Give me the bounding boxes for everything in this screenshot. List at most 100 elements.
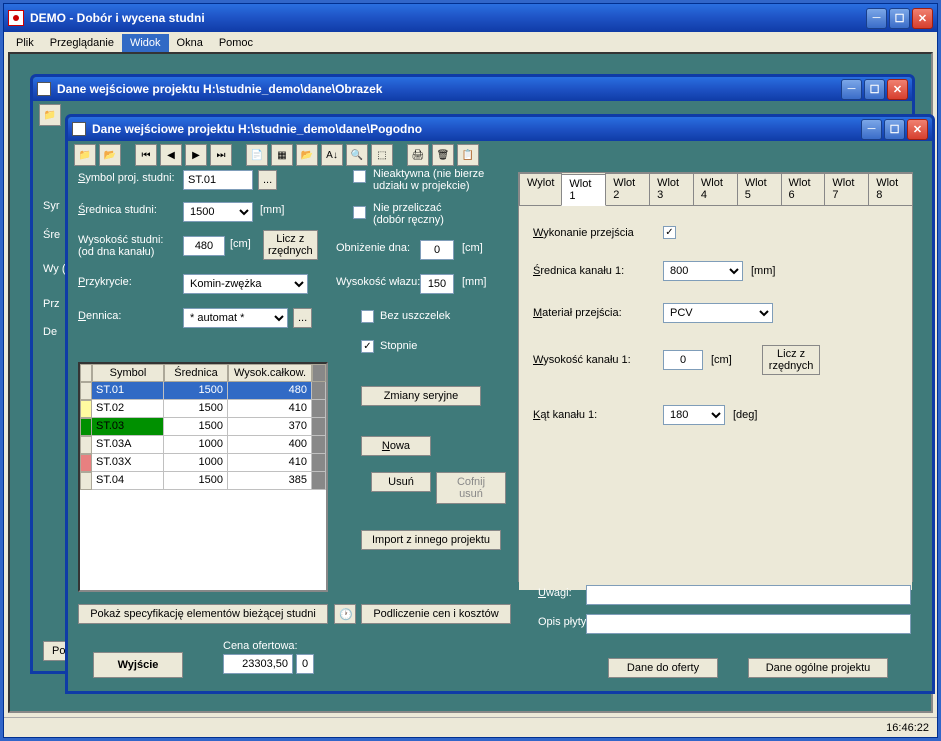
nieprzeliczac-checkbox[interactable] xyxy=(353,206,366,219)
nieaktywna-label: Nieaktywna (nie bierze udziału w projekc… xyxy=(373,168,484,192)
toolbar-list-icon[interactable]: 📄 xyxy=(246,144,268,166)
tab-wlot-8[interactable]: Wlot 8 xyxy=(868,173,913,205)
stopnie-checkbox[interactable]: ✓ xyxy=(361,340,374,353)
usun-button[interactable]: Usuń xyxy=(371,472,431,492)
table-row[interactable]: ST.03A1000400 xyxy=(80,436,326,454)
grid-header-wysok[interactable]: Wysok.całkow. xyxy=(228,364,312,382)
kat-kanalu-label: Kąt kanału 1: xyxy=(533,409,663,421)
back-toolbar-btn[interactable]: 📁 xyxy=(39,104,61,126)
symbol-label: Symbol proj. studni: xyxy=(78,172,175,184)
toolbar-copy-icon[interactable]: 📋 xyxy=(457,144,479,166)
toolbar-next-icon[interactable]: ▶ xyxy=(185,144,207,166)
srednica-studni-combo[interactable]: 1500 xyxy=(183,202,253,222)
wykonanie-checkbox[interactable]: ✓ xyxy=(663,226,676,239)
toolbar-first-icon[interactable]: ⏮ xyxy=(135,144,157,166)
obnizenie-input[interactable] xyxy=(420,240,454,260)
cena-input[interactable] xyxy=(223,654,293,674)
toolbar-zoom-icon[interactable]: 🔍 xyxy=(346,144,368,166)
wysokosc-input[interactable] xyxy=(183,236,225,256)
pokaz-specyfikacje-button[interactable]: Pokaż specyfikację elementów bieżącej st… xyxy=(78,604,328,624)
wysokosc-wlazu-input[interactable] xyxy=(420,274,454,294)
dennica-more-button[interactable]: ... xyxy=(293,308,312,328)
dane-ogolne-button[interactable]: Dane ogólne projektu xyxy=(748,658,888,678)
toolbar-btn-2[interactable]: 📂 xyxy=(99,144,121,166)
tab-wlot-7[interactable]: Wlot 7 xyxy=(824,173,869,205)
clock-button[interactable]: 🕐 xyxy=(334,604,356,624)
wysokosc-label: Wysokość studni: (od dna kanału) xyxy=(78,234,164,258)
material-label: Materiał przejścia: xyxy=(533,307,663,319)
cofnij-usun-button[interactable]: Cofnij usuń xyxy=(436,472,506,504)
wyjscie-button[interactable]: Wyjście xyxy=(93,652,183,678)
toolbar-btn-1[interactable]: 📁 xyxy=(74,144,96,166)
grid-header-srednica[interactable]: Średnica xyxy=(164,364,228,382)
front-close-button[interactable]: ✕ xyxy=(907,119,928,140)
main-window: DEMO - Dobór i wycena studni ─ ☐ ✕ Plik … xyxy=(3,3,938,738)
grid-header-symbol[interactable]: Symbol xyxy=(92,364,164,382)
licz-kanalu-button[interactable]: Licz z rzędnych xyxy=(762,345,821,375)
srednica-kanalu-combo[interactable]: 800 xyxy=(663,261,743,281)
wysokosc-wlazu-unit: [mm] xyxy=(462,276,486,288)
podliczenie-button[interactable]: Podliczenie cen i kosztów xyxy=(361,604,511,624)
tabs-container: WylotWlot 1Wlot 2Wlot 3Wlot 4Wlot 5Wlot … xyxy=(518,172,913,582)
toolbar-table-icon[interactable]: ▦ xyxy=(271,144,293,166)
symbol-more-button[interactable]: ... xyxy=(258,170,277,190)
close-button[interactable]: ✕ xyxy=(912,8,933,29)
toolbar-open2-icon[interactable]: 📂 xyxy=(296,144,318,166)
toolbar-sort-icon[interactable]: A↓ xyxy=(321,144,343,166)
table-row[interactable]: ST.03X1000410 xyxy=(80,454,326,472)
menu-okna[interactable]: Okna xyxy=(169,34,211,52)
minimize-button[interactable]: ─ xyxy=(866,8,887,29)
front-titlebar[interactable]: Dane wejściowe projektu H:\studnie_demo\… xyxy=(68,117,932,141)
nowa-button[interactable]: Nowa xyxy=(361,436,431,456)
toolbar-print-icon[interactable]: 🖨 xyxy=(407,144,429,166)
wysokosc-kanalu-input[interactable] xyxy=(663,350,703,370)
uwagi-input[interactable] xyxy=(586,585,911,605)
zmiany-seryjne-button[interactable]: Zmiany seryjne xyxy=(361,386,481,406)
toolbar-prev-icon[interactable]: ◀ xyxy=(160,144,182,166)
back-maximize-button[interactable]: ☐ xyxy=(864,79,885,100)
tab-wlot-5[interactable]: Wlot 5 xyxy=(737,173,782,205)
kat-kanalu-combo[interactable]: 180 xyxy=(663,405,725,425)
menu-przegladanie[interactable]: Przeglądanie xyxy=(42,34,122,52)
back-titlebar[interactable]: Dane wejściowe projektu H:\studnie_demo\… xyxy=(33,77,912,101)
licz-button[interactable]: Licz z rzędnych xyxy=(263,230,318,260)
uwagi-label: Uwagi: xyxy=(538,587,572,599)
przykrycie-label: Przykrycie: xyxy=(78,276,132,288)
bez-uszczelek-checkbox[interactable] xyxy=(361,310,374,323)
table-row[interactable]: ST.021500410 xyxy=(80,400,326,418)
table-row[interactable]: ST.031500370 xyxy=(80,418,326,436)
import-button[interactable]: Import z innego projektu xyxy=(361,530,501,550)
table-row[interactable]: ST.011500480 xyxy=(80,382,326,400)
tab-wylot[interactable]: Wylot xyxy=(519,173,562,205)
menu-widok[interactable]: Widok xyxy=(122,34,169,52)
front-minimize-button[interactable]: ─ xyxy=(861,119,882,140)
data-grid[interactable]: Symbol Średnica Wysok.całkow. ST.0115004… xyxy=(78,362,328,592)
toolbar-last-icon[interactable]: ⏭ xyxy=(210,144,232,166)
material-combo[interactable]: PCV xyxy=(663,303,773,323)
tab-wlot-6[interactable]: Wlot 6 xyxy=(781,173,826,205)
dennica-combo[interactable]: * automat * xyxy=(183,308,288,328)
przykrycie-combo[interactable]: Komin-zwężka xyxy=(183,274,308,294)
back-close-button[interactable]: ✕ xyxy=(887,79,908,100)
tab-wlot-4[interactable]: Wlot 4 xyxy=(693,173,738,205)
menubar: Plik Przeglądanie Widok Okna Pomoc xyxy=(4,32,937,54)
tab-wlot-1[interactable]: Wlot 1 xyxy=(561,174,606,206)
toolbar-delete-icon[interactable]: 🗑 xyxy=(432,144,454,166)
tab-wlot-2[interactable]: Wlot 2 xyxy=(605,173,650,205)
opis-input[interactable] xyxy=(586,614,911,634)
back-minimize-button[interactable]: ─ xyxy=(841,79,862,100)
maximize-button[interactable]: ☐ xyxy=(889,8,910,29)
menu-pomoc[interactable]: Pomoc xyxy=(211,34,261,52)
table-row[interactable]: ST.041500385 xyxy=(80,472,326,490)
menu-plik[interactable]: Plik xyxy=(8,34,42,52)
nieaktywna-checkbox[interactable] xyxy=(353,170,366,183)
front-maximize-button[interactable]: ☐ xyxy=(884,119,905,140)
wysokosc-wlazu-label: Wysokość włazu: xyxy=(336,276,420,288)
cena-extra-input[interactable] xyxy=(296,654,314,674)
symbol-input[interactable] xyxy=(183,170,253,190)
srednica-kanalu-unit: [mm] xyxy=(751,265,775,277)
toolbar-select-icon[interactable]: ⬚ xyxy=(371,144,393,166)
tab-wlot-3[interactable]: Wlot 3 xyxy=(649,173,694,205)
srednica-unit: [mm] xyxy=(260,204,284,216)
dane-do-oferty-button[interactable]: Dane do oferty xyxy=(608,658,718,678)
